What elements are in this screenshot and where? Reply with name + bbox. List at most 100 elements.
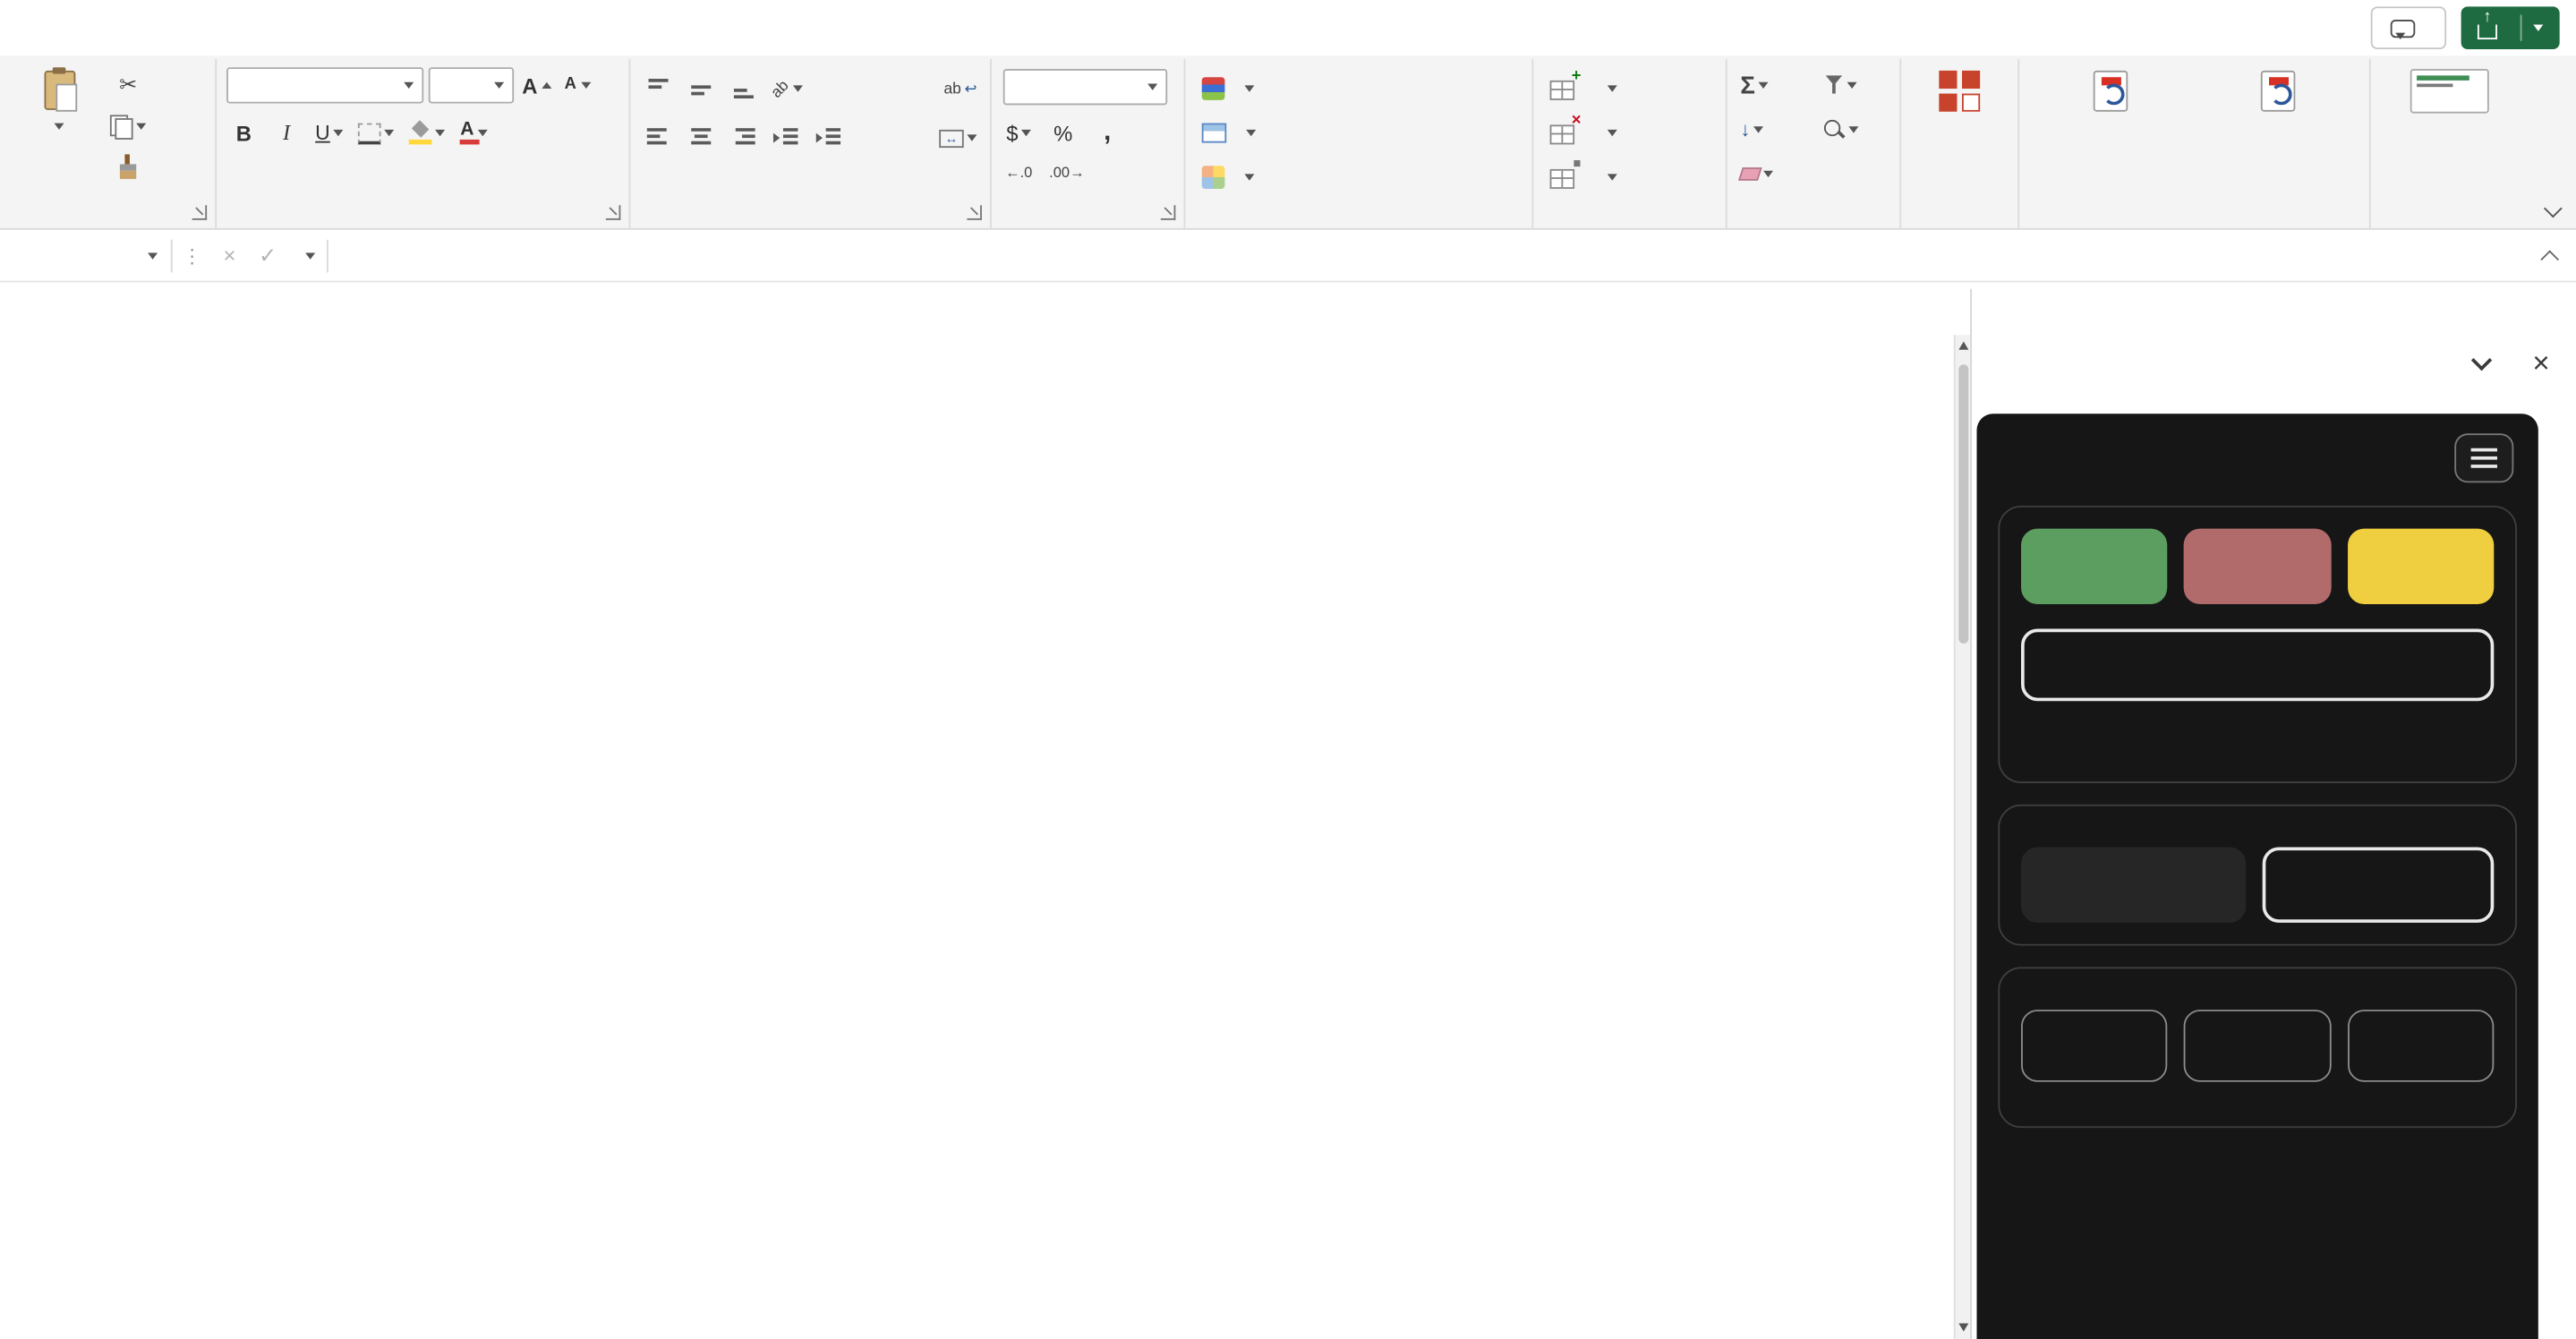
font-dialog-launcher[interactable]	[606, 205, 621, 220]
vertical-scrollbar[interactable]	[1954, 335, 1970, 1339]
merge-icon: ↔	[939, 129, 964, 147]
increase-indent-button[interactable]	[811, 120, 846, 156]
medium-button[interactable]	[2184, 1010, 2331, 1082]
collapse-ribbon-chevron[interactable]	[2544, 200, 2563, 218]
start-button[interactable]	[2021, 529, 2168, 604]
copy-button[interactable]	[107, 108, 149, 144]
decrease-font-size-button[interactable]: A	[560, 67, 595, 103]
decrease-indent-button[interactable]	[768, 120, 803, 156]
scroll-thumb[interactable]	[1958, 364, 1968, 644]
underline-button[interactable]: U	[312, 115, 347, 150]
font-name-combo[interactable]	[226, 67, 423, 103]
share-button[interactable]	[2461, 6, 2560, 49]
menu-button[interactable]	[2454, 433, 2513, 482]
chevron-down-icon	[1753, 126, 1763, 132]
increase-font-size-button[interactable]: A	[519, 67, 556, 103]
create-pdf-share-link-button[interactable]	[2029, 63, 2192, 118]
fill-button[interactable]: ↓	[1737, 112, 1804, 148]
font-color-button[interactable]: A	[456, 115, 491, 150]
number-format-combo[interactable]	[1003, 69, 1167, 105]
conditional-formatting-button[interactable]	[1195, 65, 1260, 110]
formula-input[interactable]	[328, 230, 2537, 281]
chevron-down-icon	[404, 82, 414, 89]
wrap-text-button[interactable]: ab↩	[941, 71, 980, 107]
close-icon[interactable]: ×	[2532, 348, 2549, 378]
align-left-button[interactable]	[640, 120, 675, 156]
easy-button[interactable]	[2021, 1010, 2168, 1082]
comments-button[interactable]	[2371, 6, 2446, 49]
ribbon-group-stock	[2371, 59, 2529, 228]
font-size-combo[interactable]	[429, 67, 514, 103]
delete-cells-button[interactable]: ×	[1543, 110, 1624, 155]
spreadsheet-grid[interactable]	[0, 289, 1970, 1339]
italic-button[interactable]: I	[269, 115, 304, 150]
stock-widget[interactable]	[2410, 69, 2489, 114]
create-pdf-outlook-button[interactable]	[2196, 63, 2359, 118]
align-center-button[interactable]	[683, 120, 718, 156]
merge-center-button[interactable]: ↔	[936, 120, 981, 156]
orientation-button[interactable]: ab	[768, 71, 805, 107]
ribbon-group-addins	[1901, 59, 2019, 228]
sort-filter-button[interactable]	[1821, 67, 1889, 103]
fill-color-icon	[409, 122, 432, 145]
session-card	[1998, 506, 2517, 783]
menu-bar	[0, 0, 2576, 55]
align-right-button[interactable]	[726, 120, 761, 156]
clear-button[interactable]	[1737, 156, 1804, 192]
enter-button[interactable]: ✓	[247, 243, 288, 269]
scissors-icon: ✂	[119, 72, 137, 98]
stock-line	[2417, 83, 2452, 88]
cancel-button[interactable]: ×	[212, 243, 248, 268]
dollar-icon: $	[1006, 121, 1018, 146]
addins-button[interactable]	[1911, 63, 2008, 118]
funnel-icon	[1824, 75, 1844, 95]
cell-styles-button[interactable]	[1195, 154, 1260, 199]
increase-decimal-button[interactable]: ←.0	[1002, 154, 1036, 190]
bold-button[interactable]: B	[226, 115, 261, 150]
align-bottom-button[interactable]	[726, 71, 761, 107]
find-select-button[interactable]	[1821, 112, 1889, 148]
borders-icon	[358, 123, 381, 144]
scroll-up-arrow[interactable]	[1956, 335, 1971, 354]
fill-color-button[interactable]	[405, 115, 448, 150]
percent-style-button[interactable]: %	[1045, 115, 1080, 150]
format-as-table-button[interactable]	[1195, 110, 1262, 155]
clipboard-dialog-launcher[interactable]	[192, 205, 208, 220]
insert-cells-button[interactable]: +	[1543, 65, 1624, 110]
hard-button[interactable]	[2347, 1010, 2494, 1082]
accounting-format-button[interactable]: $	[1002, 115, 1036, 150]
scroll-down-arrow[interactable]	[1956, 1317, 1971, 1336]
ribbon-group-editing: Σ ↓	[1727, 59, 1901, 228]
pdf-icon	[2261, 71, 2296, 112]
chevron-down-icon	[333, 130, 343, 136]
ribbon-group-alignment: ab ab↩ ↔	[630, 59, 992, 228]
wrap-text-icon: ab	[943, 80, 960, 98]
alignment-dialog-launcher[interactable]	[967, 205, 982, 220]
align-middle-button[interactable]	[683, 71, 718, 107]
decrease-decimal-button[interactable]: .00→	[1045, 154, 1088, 190]
ribbon-group-styles	[1185, 59, 1533, 228]
format-painter-button[interactable]	[107, 149, 149, 185]
autosum-button[interactable]: Σ	[1737, 67, 1804, 103]
formula-bar-collapse-chevron[interactable]	[2540, 250, 2559, 269]
load-next-exercise-button[interactable]	[2021, 629, 2494, 702]
borders-button[interactable]	[354, 115, 397, 150]
chevron-down-icon	[494, 82, 504, 89]
comma-style-button[interactable]: ,	[1090, 115, 1125, 150]
number-dialog-launcher[interactable]	[1161, 205, 1176, 220]
explore-button[interactable]	[2021, 847, 2246, 922]
cut-button[interactable]: ✂	[107, 67, 149, 103]
insert-function-button[interactable]	[288, 252, 326, 259]
name-box[interactable]	[0, 230, 171, 281]
arrow-up-icon	[542, 82, 552, 89]
mode-card	[1998, 805, 2517, 946]
format-painter-icon	[120, 164, 136, 170]
paste-button[interactable]	[16, 63, 101, 130]
check-button[interactable]	[2347, 529, 2494, 604]
end-button[interactable]	[2184, 529, 2331, 604]
format-cells-button[interactable]: ■	[1543, 154, 1624, 199]
evaluate-button[interactable]	[2263, 847, 2495, 922]
format-cells-icon	[1550, 168, 1575, 188]
chevron-down-icon[interactable]	[2472, 349, 2493, 370]
align-top-button[interactable]	[640, 71, 675, 107]
